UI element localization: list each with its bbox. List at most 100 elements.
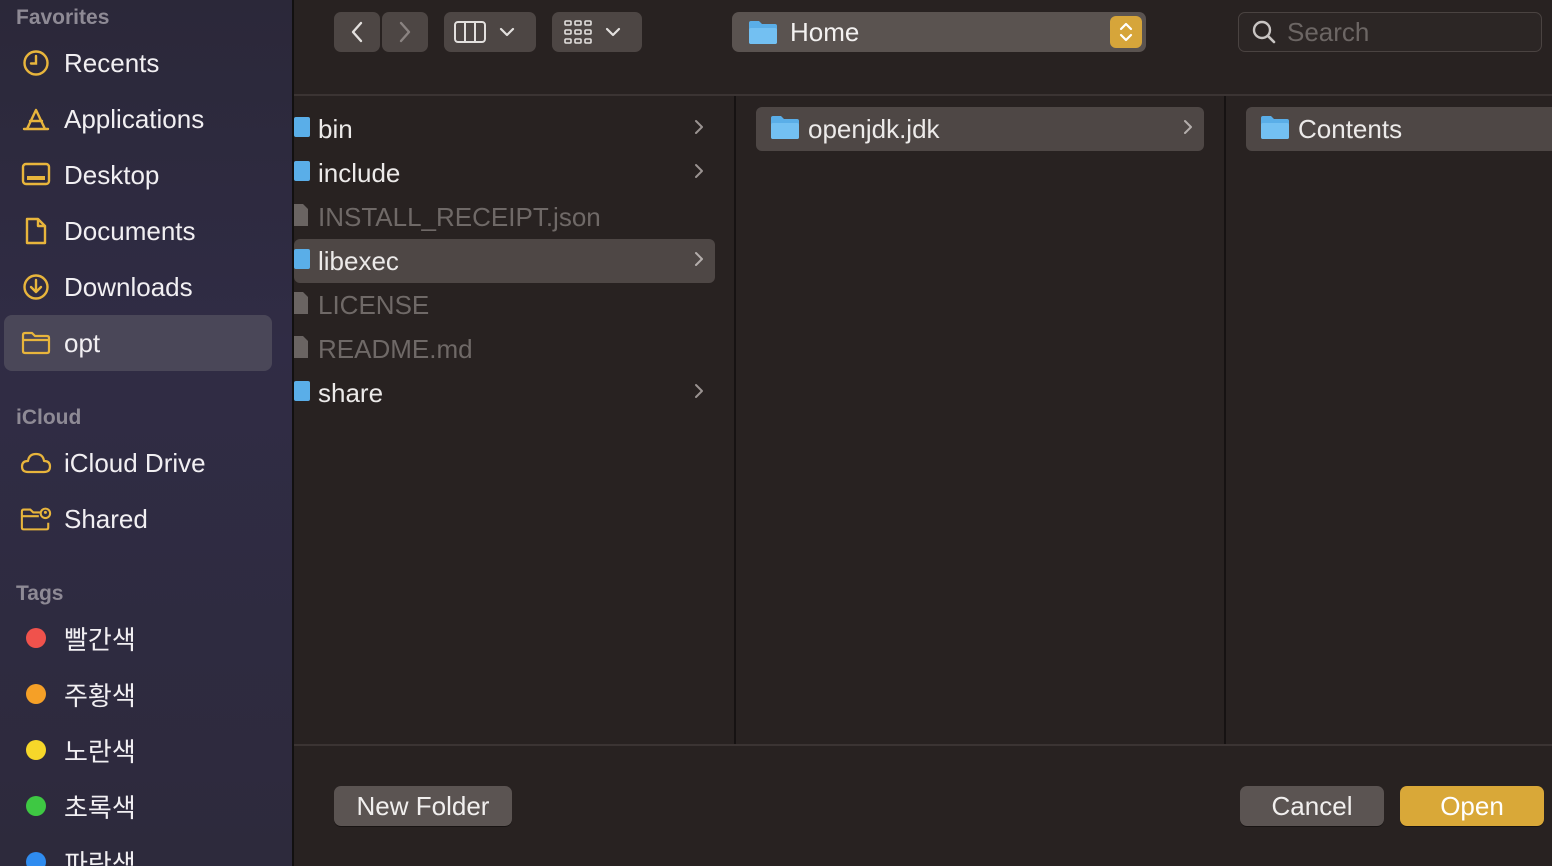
- red-tag-dot-icon: [26, 628, 46, 648]
- chevron-right-icon: [695, 120, 703, 134]
- sidebar-item-label: Documents: [64, 215, 196, 246]
- folder-icon: [1260, 114, 1290, 145]
- chevron-left-icon: [351, 21, 363, 43]
- sidebar-tag-blue[interactable]: 파란색: [4, 834, 272, 866]
- sidebar-item-label: 초록색: [64, 792, 136, 823]
- sidebar-item-label: Desktop: [64, 159, 160, 190]
- sidebar-item-recents[interactable]: Recents: [4, 35, 272, 91]
- column-browser: bin include INSTALL_RECEIPT.json libexec…: [294, 96, 1552, 746]
- toolbar: Home: [294, 0, 1552, 96]
- group-by-button[interactable]: [552, 12, 642, 52]
- folder-icon: [770, 114, 800, 145]
- favorites-section-title: Favorites: [16, 6, 110, 29]
- sidebar-item-label: iCloud Drive: [64, 447, 206, 478]
- folder-icon: [294, 115, 310, 144]
- column-3: Contents: [1246, 96, 1552, 744]
- list-item-bin[interactable]: bin: [294, 107, 715, 151]
- sidebar-item-label: Recents: [64, 47, 160, 78]
- column-divider[interactable]: [1224, 96, 1226, 744]
- back-button[interactable]: [334, 12, 380, 52]
- path-popup-label: Home: [790, 16, 860, 47]
- search-icon: [1252, 20, 1276, 44]
- sidebar-item-documents[interactable]: Documents: [4, 203, 272, 259]
- search-input[interactable]: [1285, 15, 1529, 49]
- document-icon: [20, 215, 52, 247]
- sidebar-tag-red[interactable]: 빨간색: [4, 610, 272, 666]
- forward-button[interactable]: [382, 12, 428, 52]
- sidebar-item-applications[interactable]: Applications: [4, 91, 272, 147]
- sidebar-item-label: 빨간색: [64, 624, 136, 655]
- cloud-icon: [20, 447, 52, 479]
- item-name: INSTALL_RECEIPT.json: [318, 201, 601, 232]
- list-item-libexec[interactable]: libexec: [294, 239, 715, 283]
- applications-icon: [20, 103, 52, 135]
- chevron-right-icon: [1184, 120, 1192, 134]
- columns-view-icon: [454, 21, 486, 43]
- orange-tag-dot-icon: [26, 684, 46, 704]
- grid-icon: [564, 20, 592, 44]
- sidebar-tag-green[interactable]: 초록색: [4, 778, 272, 834]
- green-tag-dot-icon: [26, 796, 46, 816]
- sidebar: Favorites Recents Applications Desktop D…: [0, 0, 294, 866]
- download-icon: [20, 271, 52, 303]
- item-name: share: [318, 377, 384, 408]
- new-folder-button[interactable]: New Folder: [334, 786, 512, 826]
- list-item-share[interactable]: share: [294, 371, 715, 415]
- sidebar-tag-yellow[interactable]: 노란색: [4, 722, 272, 778]
- item-name: libexec: [318, 245, 399, 276]
- sidebar-item-label: 주황색: [64, 680, 136, 711]
- chevron-down-icon: [605, 27, 621, 37]
- item-name: LICENSE: [318, 289, 430, 320]
- sidebar-item-label: opt: [64, 327, 101, 358]
- sidebar-item-label: Applications: [64, 103, 205, 134]
- sidebar-item-icloud-drive[interactable]: iCloud Drive: [4, 435, 272, 491]
- item-name: openjdk.jdk: [808, 113, 940, 144]
- sidebar-item-shared[interactable]: Shared: [4, 491, 272, 547]
- open-button[interactable]: Open: [1400, 786, 1544, 826]
- sidebar-item-label: 파란색: [64, 848, 136, 866]
- column-1: bin include INSTALL_RECEIPT.json libexec…: [294, 96, 734, 744]
- view-mode-button[interactable]: [444, 12, 536, 52]
- search-field[interactable]: [1238, 12, 1542, 52]
- file-icon: [294, 290, 310, 321]
- sidebar-item-label: Downloads: [64, 271, 193, 302]
- sidebar-item-label: 노란색: [64, 736, 136, 767]
- chevron-right-icon: [695, 384, 703, 398]
- list-item-license[interactable]: LICENSE: [294, 283, 715, 327]
- chevron-right-icon: [399, 21, 411, 43]
- folder-icon: [294, 159, 310, 188]
- list-item-openjdk[interactable]: openjdk.jdk: [756, 107, 1204, 151]
- list-item-readme[interactable]: README.md: [294, 327, 715, 371]
- yellow-tag-dot-icon: [26, 740, 46, 760]
- item-name: Contents: [1298, 113, 1403, 144]
- tags-section-title: Tags: [16, 582, 64, 605]
- folder-icon: [749, 21, 777, 44]
- icloud-section-title: iCloud: [16, 406, 82, 429]
- item-name: include: [318, 157, 401, 188]
- chevron-down-icon: [499, 27, 515, 37]
- column-2: openjdk.jdk: [756, 96, 1204, 744]
- cancel-button[interactable]: Cancel: [1240, 786, 1384, 826]
- clock-icon: [20, 47, 52, 79]
- sidebar-item-desktop[interactable]: Desktop: [4, 147, 272, 203]
- column-divider[interactable]: [734, 96, 736, 744]
- path-popup-button[interactable]: Home: [732, 12, 1146, 52]
- sidebar-item-downloads[interactable]: Downloads: [4, 259, 272, 315]
- file-icon: [294, 334, 310, 365]
- sidebar-tag-orange[interactable]: 주황색: [4, 666, 272, 722]
- item-name: README.md: [318, 333, 473, 364]
- list-item-install-receipt[interactable]: INSTALL_RECEIPT.json: [294, 195, 715, 239]
- sidebar-item-opt[interactable]: opt: [4, 315, 272, 371]
- bottom-bar: New Folder Cancel Open: [294, 746, 1552, 866]
- chevron-right-icon: [695, 164, 703, 178]
- chevron-right-icon: [695, 252, 703, 266]
- folder-icon: [294, 247, 310, 276]
- list-item-contents[interactable]: Contents: [1246, 107, 1552, 151]
- blue-tag-dot-icon: [26, 852, 46, 866]
- shared-folder-icon: [20, 503, 52, 535]
- up-down-stepper-icon: [1110, 16, 1142, 48]
- item-name: bin: [318, 113, 353, 144]
- folder-icon: [20, 327, 52, 359]
- desktop-icon: [20, 159, 52, 191]
- list-item-include[interactable]: include: [294, 151, 715, 195]
